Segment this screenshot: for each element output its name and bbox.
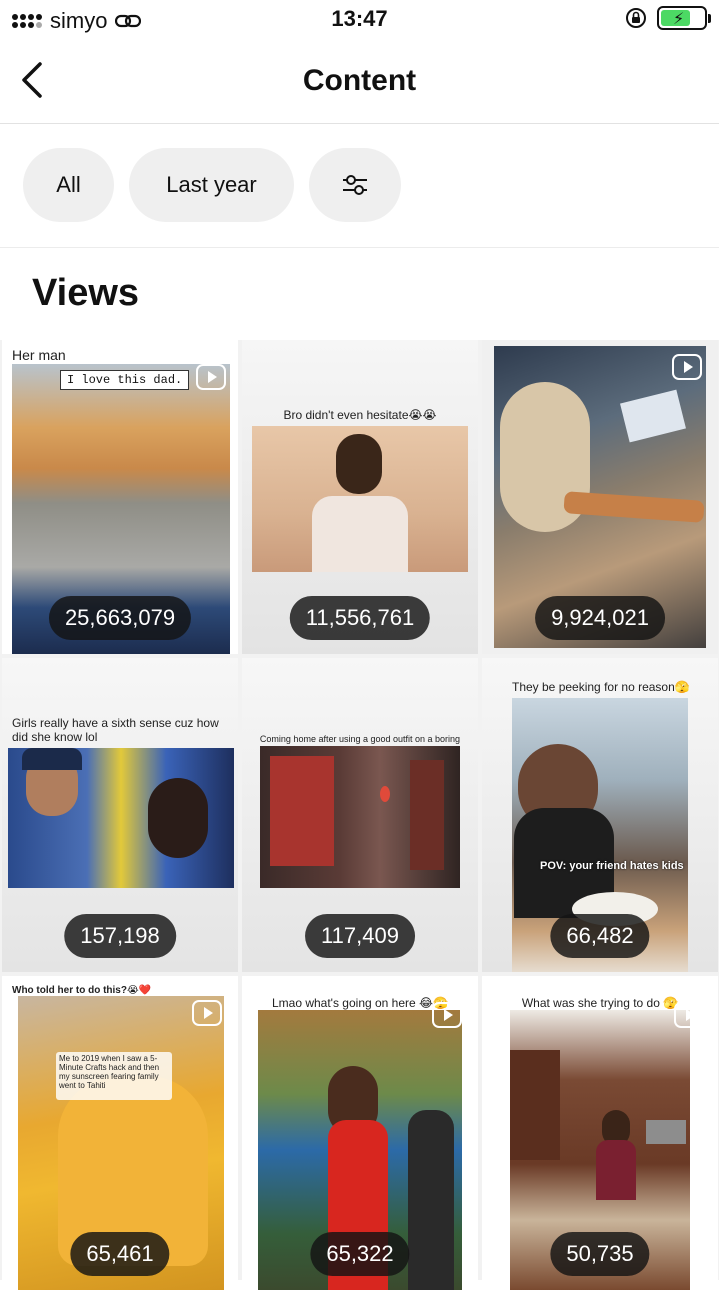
view-count-badge: 157,198 [64,914,176,958]
sliders-icon [343,175,367,195]
video-overlay-text: Me to 2019 when I saw a 5-Minute Crafts … [56,1052,172,1100]
filter-bar: All Last year [0,124,719,248]
content-tile[interactable]: What was she trying to do 🫣 50,735 [482,976,718,1290]
battery-icon: ⚡ [657,6,711,30]
video-thumbnail [260,746,460,888]
view-count-badge: 11,556,761 [289,596,431,640]
view-count-badge: 50,735 [550,1232,650,1276]
nav-bar: Content [0,40,719,124]
view-count-badge: 117,409 [305,914,415,958]
content-tile[interactable]: They be peeking for no reason🫣 POV: your… [482,658,718,972]
view-count-badge: 65,322 [310,1232,410,1276]
tile-caption: Her man [12,347,66,363]
view-count-badge: 65,461 [70,1232,170,1276]
content-tile[interactable]: 9,924,021 [482,340,718,654]
tile-caption: Girls really have a sixth sense cuz how … [12,716,219,744]
filter-all-chip[interactable]: All [23,148,114,222]
reel-icon [674,1002,704,1028]
content-tile[interactable]: Girls really have a sixth sense cuz how … [2,658,238,972]
content-tile[interactable]: Coming home after using a good outfit on… [242,658,478,972]
page-title: Content [302,64,417,97]
reel-icon [196,364,226,390]
reel-icon [672,354,702,380]
content-tile[interactable]: Bro didn't even hesitate😭😭 11,556,761 [242,340,478,654]
filter-period-chip[interactable]: Last year [129,148,294,222]
status-right: ⚡ [625,6,711,30]
content-tile[interactable]: Her man I love this dad. 25,663,079 [2,340,238,654]
status-time: 13:47 [331,6,388,31]
content-tile[interactable]: Lmao what's going on here 😂🫣 65,322 [242,976,478,1290]
view-count-badge: 9,924,021 [535,596,665,640]
reel-icon [192,1000,222,1026]
status-bar: simyo 13:47 ⚡ [0,0,719,40]
orientation-lock-icon [626,8,646,28]
video-overlay-label: I love this dad. [60,370,190,390]
video-overlay-text: POV: your friend hates kids [540,860,684,872]
view-count-badge: 66,482 [550,914,650,958]
filter-settings-button[interactable] [309,148,401,222]
reel-icon [432,1002,462,1028]
content-tile[interactable]: Who told her to do this?😭❤️ Me to 2019 w… [2,976,238,1290]
video-thumbnail [252,426,468,572]
tile-caption: They be peeking for no reason🫣 [512,680,690,694]
content-grid: Her man I love this dad. 25,663,079 Bro … [0,340,719,1290]
view-count-badge: 25,663,079 [48,596,192,640]
section-title: Views [32,272,140,314]
video-thumbnail [8,748,234,888]
tile-caption: Bro didn't even hesitate😭😭 [283,408,437,422]
